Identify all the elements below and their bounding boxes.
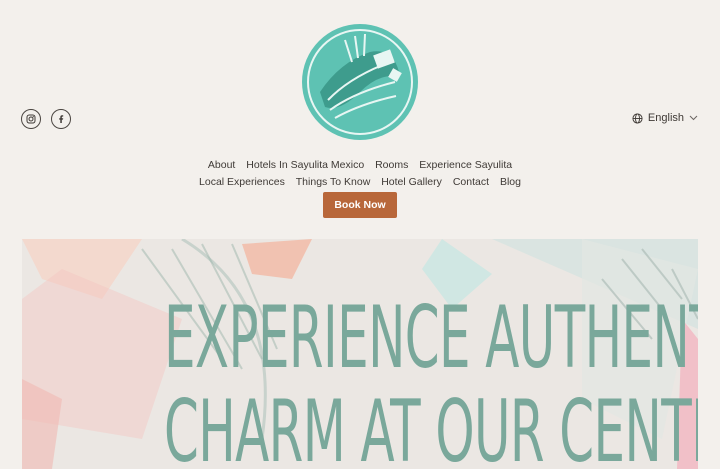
nav-about[interactable]: About (208, 159, 235, 171)
nav-rooms[interactable]: Rooms (375, 159, 408, 171)
brand-logo[interactable] (300, 22, 420, 142)
globe-icon (632, 112, 643, 124)
hero-headline-line-1: EXPERIENCE AUTHENTIC SAYULITA (163, 288, 698, 388)
instagram-icon[interactable] (21, 109, 41, 129)
language-selector[interactable]: English (632, 112, 698, 124)
nav-blog[interactable]: Blog (500, 176, 521, 188)
main-nav-row-1: About Hotels In Sayulita Mexico Rooms Ex… (0, 159, 720, 171)
language-label: English (647, 112, 684, 124)
main-nav-row-2: Local Experiences Things To Know Hotel G… (0, 176, 720, 188)
hero-headline: EXPERIENCE AUTHENTIC SAYULITA CHARM AT O… (163, 288, 698, 469)
nav-contact[interactable]: Contact (453, 176, 489, 188)
book-now-button[interactable]: Book Now (323, 192, 397, 218)
nav-local-experiences[interactable]: Local Experiences (199, 176, 285, 188)
nav-hotels-in-sayulita-mexico[interactable]: Hotels In Sayulita Mexico (246, 159, 364, 171)
nav-hotel-gallery[interactable]: Hotel Gallery (381, 176, 442, 188)
chevron-down-icon (689, 115, 698, 121)
nav-experience-sayulita[interactable]: Experience Sayulita (419, 159, 512, 171)
nav-things-to-know[interactable]: Things To Know (296, 176, 371, 188)
hero-banner: EXPERIENCE AUTHENTIC SAYULITA CHARM AT O… (22, 239, 698, 469)
facebook-icon[interactable] (51, 109, 71, 129)
hero-headline-line-2: CHARM AT OUR CENTRAL HOTEL (163, 382, 698, 469)
